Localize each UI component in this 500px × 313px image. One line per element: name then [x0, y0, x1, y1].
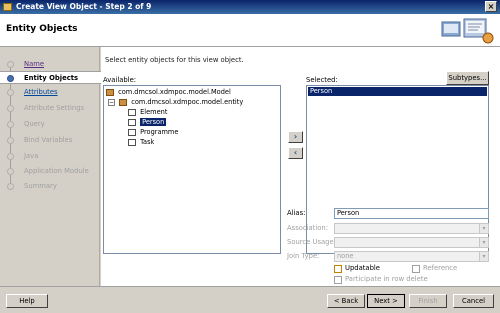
nav-step-attribute-settings: Attribute Settings	[0, 102, 100, 115]
nav-step-summary: Summary	[0, 180, 100, 193]
participate-checkbox	[334, 276, 342, 284]
updatable-label: Updatable	[345, 264, 380, 272]
main-panel: Select entity objects for this view obje…	[101, 47, 500, 286]
subtypes-button[interactable]: Subtypes...	[446, 71, 489, 85]
collapse-icon[interactable]: −	[108, 98, 115, 106]
add-selected-button[interactable]: ›	[288, 131, 303, 143]
nav-step-query: Query	[0, 118, 100, 131]
source-usage-label: Source Usage:	[287, 238, 336, 246]
package-icon	[119, 98, 128, 106]
wizard-graphic-icon	[441, 18, 494, 44]
arrow-left-icon: ‹	[293, 148, 298, 157]
step-dot-icon	[7, 121, 14, 128]
association-label: Association:	[287, 224, 328, 232]
current-step-icon	[7, 75, 14, 82]
association-select: ▾	[334, 223, 489, 234]
entity-icon	[128, 128, 136, 136]
help-button[interactable]: Help	[6, 294, 48, 308]
nav-step-name[interactable]: Name	[0, 58, 100, 71]
selected-item-person[interactable]: Person	[308, 87, 487, 96]
window-title-bar: Create View Object - Step 2 of 9 ×	[0, 0, 500, 14]
finish-button: Finish	[409, 294, 447, 308]
tree-entity-person[interactable]: Person	[128, 118, 167, 127]
nav-step-bind-variables: Bind Variables	[0, 134, 100, 147]
participate-label: Participate in row delete	[345, 275, 428, 283]
arrow-right-icon: ›	[293, 132, 298, 141]
step-dot-icon	[7, 153, 14, 160]
tree-package-node[interactable]: − com.dmcsol.xdmpoc.model.entity	[108, 98, 243, 107]
chevron-down-icon: ▾	[479, 238, 488, 247]
alias-input[interactable]: Person	[334, 208, 489, 219]
selected-label: Selected:	[306, 76, 338, 84]
step-dot-icon	[7, 89, 14, 96]
app-icon	[3, 3, 12, 11]
step-dot-icon	[7, 137, 14, 144]
instruction-text: Select entity objects for this view obje…	[105, 56, 244, 64]
tree-entity-programme[interactable]: Programme	[128, 128, 178, 137]
entity-icon	[128, 138, 136, 146]
tree-root-node[interactable]: com.dmcsol.xdmpoc.model.Model	[106, 88, 231, 97]
tree-entity-task[interactable]: Task	[128, 138, 154, 147]
nav-step-java: Java	[0, 150, 100, 163]
nav-step-application-module: Application Module	[0, 165, 100, 178]
join-type-select: none ▾	[334, 251, 489, 262]
model-icon	[106, 88, 114, 96]
remove-selected-button[interactable]: ‹	[288, 147, 303, 159]
reference-label: Reference	[423, 264, 458, 272]
window-title: Create View Object - Step 2 of 9	[16, 2, 152, 11]
source-usage-select: ▾	[334, 237, 489, 248]
step-dot-icon	[7, 168, 14, 175]
page-title: Entity Objects	[6, 24, 78, 34]
next-button[interactable]: Next >	[367, 294, 405, 308]
available-label: Available:	[103, 76, 137, 84]
button-bar: Help < Back Next > Finish Cancel	[0, 286, 500, 313]
close-icon[interactable]: ×	[485, 1, 497, 12]
wizard-step-nav: Name Entity Objects Attributes Attribute…	[0, 47, 101, 286]
cancel-button[interactable]: Cancel	[453, 294, 494, 308]
nav-step-attributes[interactable]: Attributes	[0, 86, 100, 99]
entity-icon	[128, 108, 136, 116]
wizard-header: Entity Objects	[0, 14, 500, 47]
step-dot-icon	[7, 61, 14, 68]
tree-entity-element[interactable]: Element	[128, 108, 167, 117]
updatable-checkbox[interactable]	[334, 265, 342, 273]
alias-label: Alias:	[287, 209, 306, 217]
available-tree[interactable]: com.dmcsol.xdmpoc.model.Model − com.dmcs…	[103, 85, 281, 254]
entity-icon	[128, 118, 136, 126]
back-button[interactable]: < Back	[327, 294, 365, 308]
join-type-label: Join Type:	[287, 252, 320, 260]
nav-step-entity-objects[interactable]: Entity Objects	[0, 71, 101, 84]
chevron-down-icon: ▾	[479, 224, 488, 233]
step-dot-icon	[7, 105, 14, 112]
chevron-down-icon: ▾	[479, 252, 488, 261]
step-dot-icon	[7, 183, 14, 190]
reference-checkbox	[412, 265, 420, 273]
